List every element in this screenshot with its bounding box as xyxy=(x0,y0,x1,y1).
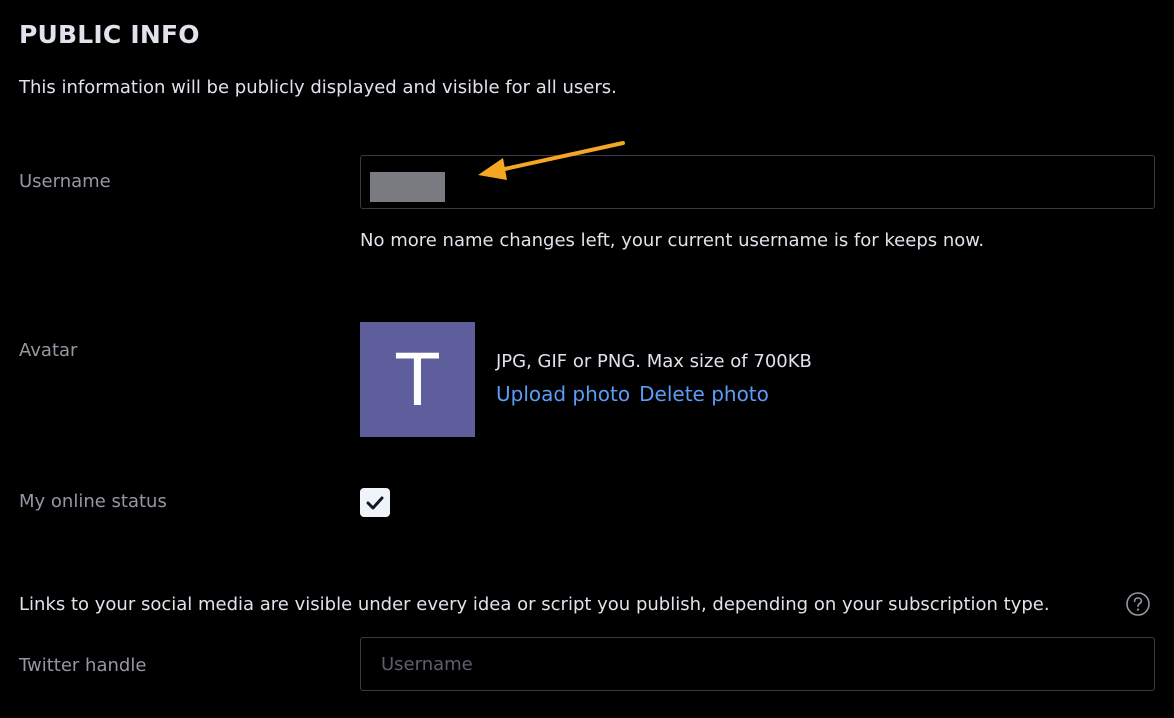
username-label: Username xyxy=(19,171,111,192)
avatar: T xyxy=(360,322,475,437)
twitter-handle-field xyxy=(360,637,1155,691)
username-redacted-value xyxy=(370,172,445,202)
section-description: This information will be publicly displa… xyxy=(19,77,617,98)
delete-photo-link[interactable]: Delete photo xyxy=(639,382,769,406)
social-media-note: Links to your social media are visible u… xyxy=(19,594,1050,615)
upload-photo-link[interactable]: Upload photo xyxy=(496,382,630,406)
online-status-label: My online status xyxy=(19,491,167,512)
username-helper-text: No more name changes left, your current … xyxy=(360,230,985,251)
annotation-arrow-icon xyxy=(478,141,625,180)
avatar-label: Avatar xyxy=(19,340,78,361)
avatar-format-info: JPG, GIF or PNG. Max size of 700KB xyxy=(496,351,812,372)
avatar-actions: Upload photo Delete photo xyxy=(496,382,769,406)
twitter-handle-input[interactable] xyxy=(361,638,1154,690)
twitter-handle-label: Twitter handle xyxy=(19,655,147,676)
public-info-section: PUBLIC INFO This information will be pub… xyxy=(0,0,1174,718)
online-status-checkbox[interactable] xyxy=(360,488,390,517)
section-title: PUBLIC INFO xyxy=(19,20,200,49)
checkmark-icon xyxy=(366,496,384,509)
question-circle-icon[interactable] xyxy=(1125,591,1151,617)
